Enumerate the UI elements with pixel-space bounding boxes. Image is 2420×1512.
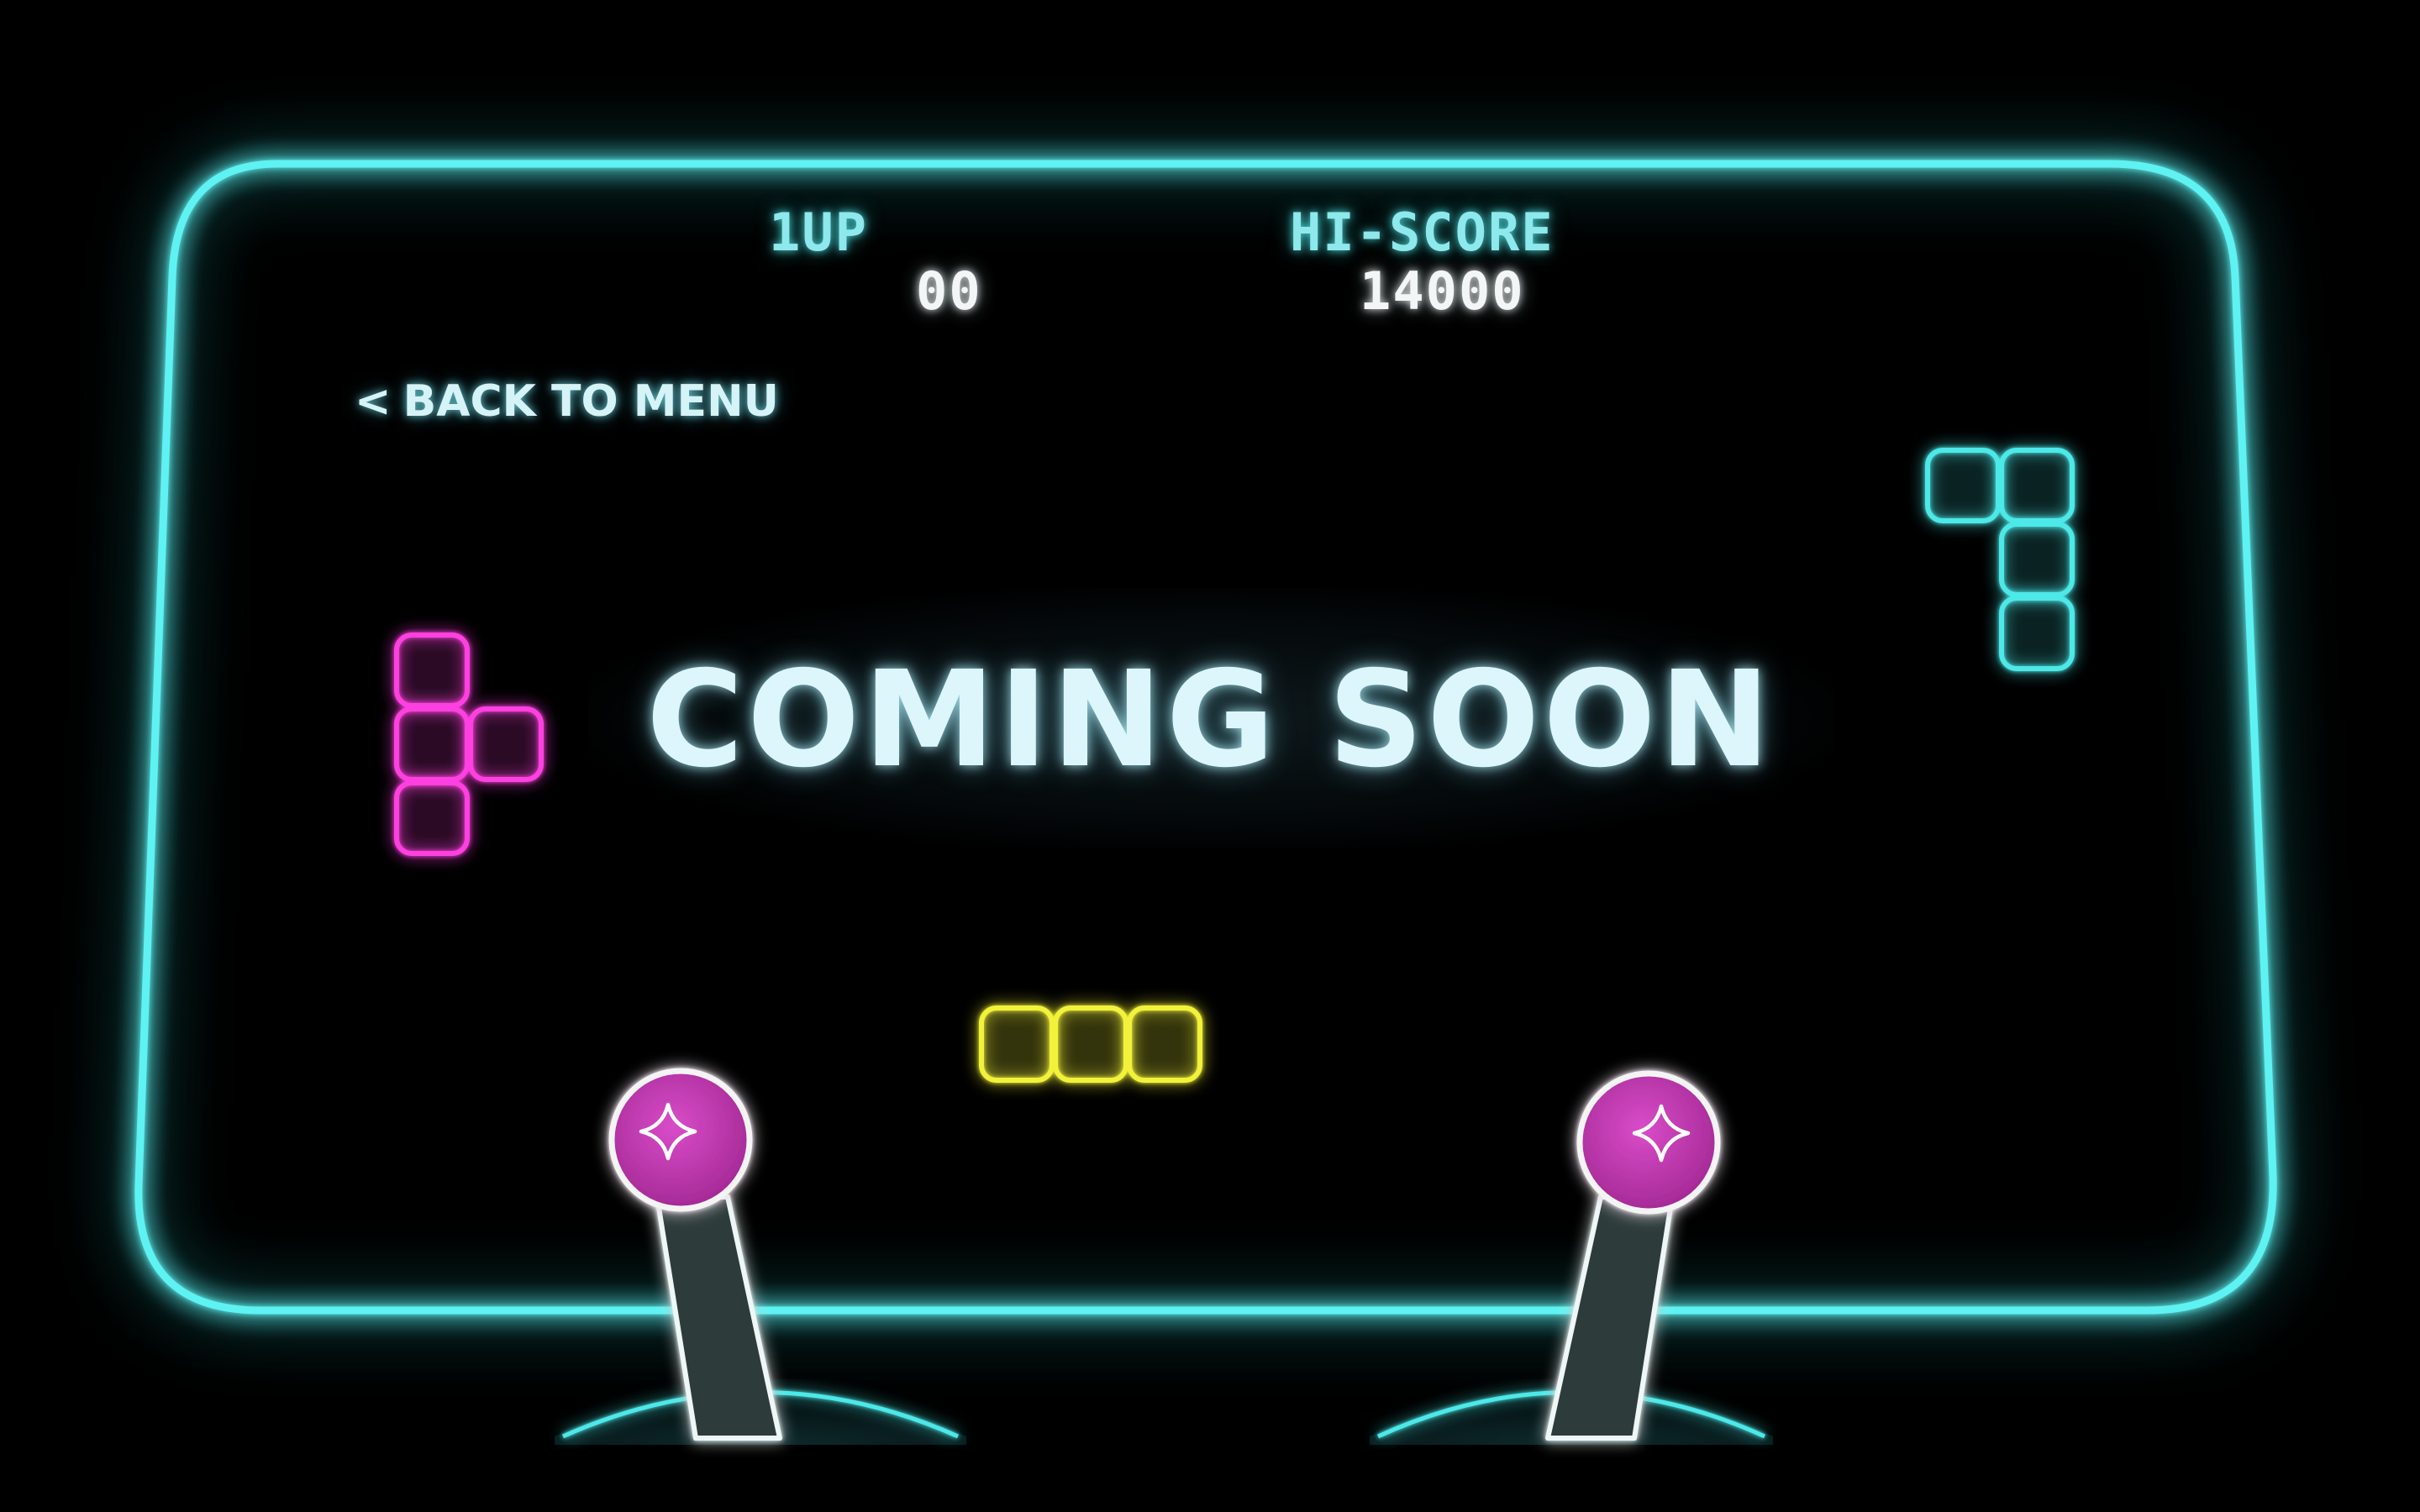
- back-to-menu-label: BACK TO MENU: [402, 376, 779, 427]
- game-screen: 1UP 00 HI-SCORE 14000 < BACK TO MENU COMI…: [0, 0, 2420, 1512]
- hiscore-label: HI-SCORE: [1290, 202, 1555, 263]
- coming-soon-title: COMING SOON: [646, 643, 1774, 797]
- hiscore-value: 14000: [1360, 260, 1525, 322]
- back-to-menu-link[interactable]: < BACK TO MENU: [355, 376, 779, 427]
- joystick-left[interactable]: [608, 1068, 782, 1441]
- tetromino-t-magenta: [394, 633, 544, 856]
- joystick-right[interactable]: [1545, 1070, 1721, 1441]
- tetromino-j-cyan: [1925, 448, 2075, 671]
- tetromino-i-yellow: [979, 1005, 1202, 1083]
- joystick-right-knob[interactable]: [1576, 1070, 1721, 1215]
- player-one-score: 00: [916, 260, 982, 322]
- player-one-label: 1UP: [769, 202, 868, 263]
- chevron-left-icon: <: [355, 376, 392, 427]
